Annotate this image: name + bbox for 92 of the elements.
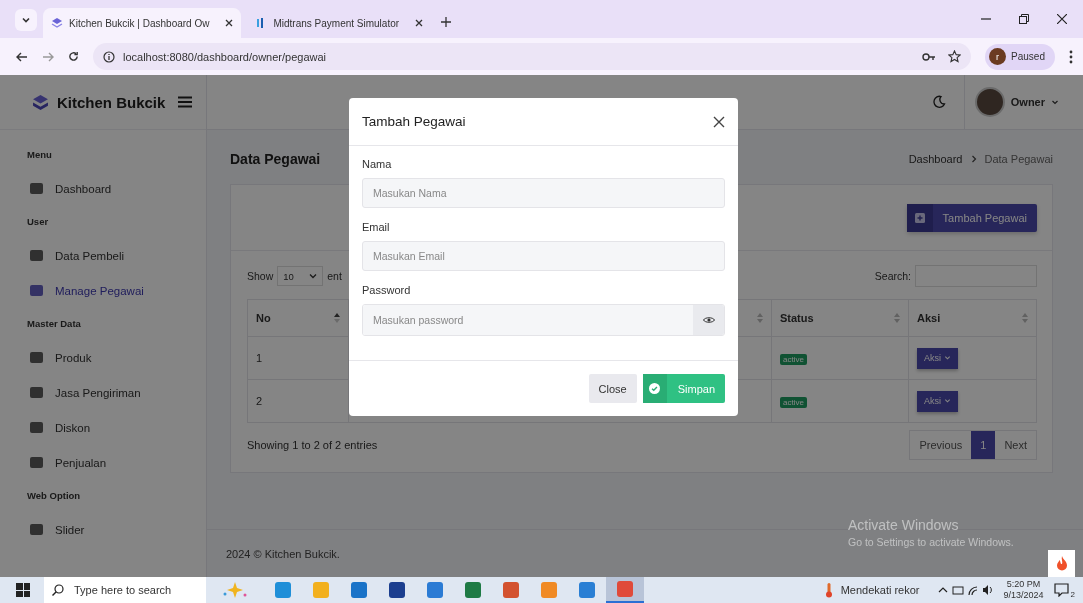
status-badge: active xyxy=(780,397,807,408)
password-field[interactable]: Masukan password xyxy=(362,304,725,336)
table-cell: 1 xyxy=(247,336,349,380)
sidebar-item[interactable]: Diskon xyxy=(0,410,206,445)
input-field[interactable]: Masukan Email xyxy=(362,241,725,271)
sidebar-section-title: Web Option xyxy=(26,489,82,503)
page-length-select[interactable]: 10 xyxy=(277,266,324,286)
browser-tab[interactable]: Kitchen Bukcik | Dashboard Ow xyxy=(43,8,242,38)
close-icon[interactable] xyxy=(713,115,725,128)
search-icon xyxy=(52,584,64,596)
column-header[interactable]: Aksi xyxy=(908,299,1037,337)
restore-icon[interactable] xyxy=(1019,14,1029,24)
clock[interactable]: 5:20 PM 9/13/2024 xyxy=(1003,579,1044,601)
menu-icon[interactable] xyxy=(178,96,192,108)
column-header[interactable]: No xyxy=(247,299,349,337)
notification-icon[interactable] xyxy=(1053,583,1070,597)
key-icon[interactable] xyxy=(922,51,937,62)
browser-tab[interactable]: Midtrans Payment Simulator xyxy=(247,8,432,38)
action-dropdown[interactable]: Aksi xyxy=(917,390,958,412)
close-button[interactable]: Close xyxy=(588,374,637,403)
field-label: Nama xyxy=(362,158,393,170)
forward-icon[interactable] xyxy=(42,51,54,62)
modal-title: Tambah Pegawai xyxy=(362,114,466,129)
close-icon[interactable] xyxy=(225,19,234,27)
search-label: Search: xyxy=(874,270,911,282)
pagination-button[interactable]: Next xyxy=(995,431,1036,459)
sidebar-item[interactable]: Jasa Pengiriman xyxy=(0,375,206,410)
activation-title: Activate Windows xyxy=(848,517,960,533)
reload-icon[interactable] xyxy=(68,51,79,62)
status-badge: active xyxy=(780,354,807,365)
activation-text: Go to Settings to activate Windows. xyxy=(848,536,1014,548)
show-label: Show xyxy=(247,270,274,282)
page-title: Data Pegawai xyxy=(230,151,321,167)
sidebar-section-title: Master Data xyxy=(26,317,82,331)
sidebar-item[interactable]: Dashboard xyxy=(0,171,206,206)
thermometer-icon xyxy=(824,582,833,598)
sidebar-item[interactable]: Penjualan xyxy=(0,445,206,480)
tab-list-button[interactable] xyxy=(15,9,37,31)
address-field[interactable]: localhost:8080/dashboard/owner/pegawai xyxy=(93,43,972,70)
profile-button[interactable]: r Paused xyxy=(985,43,1055,70)
weather-text[interactable]: Mendekati rekor xyxy=(840,584,920,596)
check-circle-icon xyxy=(649,383,661,394)
table-cell: 2 xyxy=(247,379,349,423)
caret-icon xyxy=(1051,98,1059,106)
flame-icon[interactable] xyxy=(1048,550,1075,577)
avatar-icon xyxy=(974,87,1005,117)
menu-icon[interactable] xyxy=(1069,49,1073,64)
eye-icon[interactable] xyxy=(693,305,724,335)
sidebar-item[interactable]: Manage Pegawai xyxy=(0,273,206,308)
sort-icon xyxy=(757,313,763,323)
sidebar-item[interactable]: Slider xyxy=(0,512,206,547)
sidebar-item[interactable]: Produk xyxy=(0,340,206,375)
sort-icon xyxy=(334,313,340,323)
moon-icon[interactable] xyxy=(931,95,946,109)
input-field[interactable]: Masukan Nama xyxy=(362,178,725,208)
field-label: Password xyxy=(362,284,412,296)
taskbar-search-field[interactable]: Type here to search xyxy=(44,577,206,603)
sidebar-section-title: User xyxy=(26,215,50,229)
caret-icon xyxy=(943,397,951,404)
windows-icon[interactable] xyxy=(16,583,30,597)
sidebar-item[interactable]: Data Pembeli xyxy=(0,238,206,273)
notification-count: 2 xyxy=(1070,589,1075,599)
layers-icon xyxy=(51,17,63,29)
plus-icon xyxy=(914,212,925,223)
system-tray-icons[interactable] xyxy=(937,584,994,596)
action-dropdown[interactable]: Aksi xyxy=(917,347,958,369)
close-icon[interactable] xyxy=(415,19,424,27)
back-icon[interactable] xyxy=(16,51,28,62)
column-header[interactable]: Status xyxy=(771,299,909,337)
field-label: Email xyxy=(362,221,391,233)
layers-icon xyxy=(32,93,49,111)
user-menu[interactable]: Owner xyxy=(963,75,1083,129)
brand-name: Kitchen Bukcik xyxy=(57,93,167,111)
pagination-button[interactable]: 1 xyxy=(971,431,996,459)
table-info: Showing 1 to 2 of 2 entries xyxy=(247,439,378,451)
sidebar-section-title: Menu xyxy=(26,148,53,162)
breadcrumb-item: Data Pegawai xyxy=(984,153,1053,165)
breadcrumb-item[interactable]: Dashboard xyxy=(908,153,963,165)
star-icon[interactable] xyxy=(948,50,962,63)
entries-label: ent xyxy=(327,270,342,282)
new-tab-icon[interactable] xyxy=(441,17,452,27)
sort-icon xyxy=(1022,313,1028,323)
close-icon[interactable] xyxy=(1057,14,1067,24)
info-icon[interactable] xyxy=(103,50,115,63)
add-button[interactable]: Tambah Pegawai xyxy=(906,203,1037,232)
caret-icon xyxy=(309,272,318,280)
caret-icon xyxy=(21,15,31,25)
pagination-button[interactable]: Previous xyxy=(910,431,972,459)
chevron-icon xyxy=(970,155,977,163)
footer-text: 2024 © Kitchen Bukcik. xyxy=(226,547,340,560)
sort-icon xyxy=(894,313,900,323)
caret-icon xyxy=(943,354,951,361)
